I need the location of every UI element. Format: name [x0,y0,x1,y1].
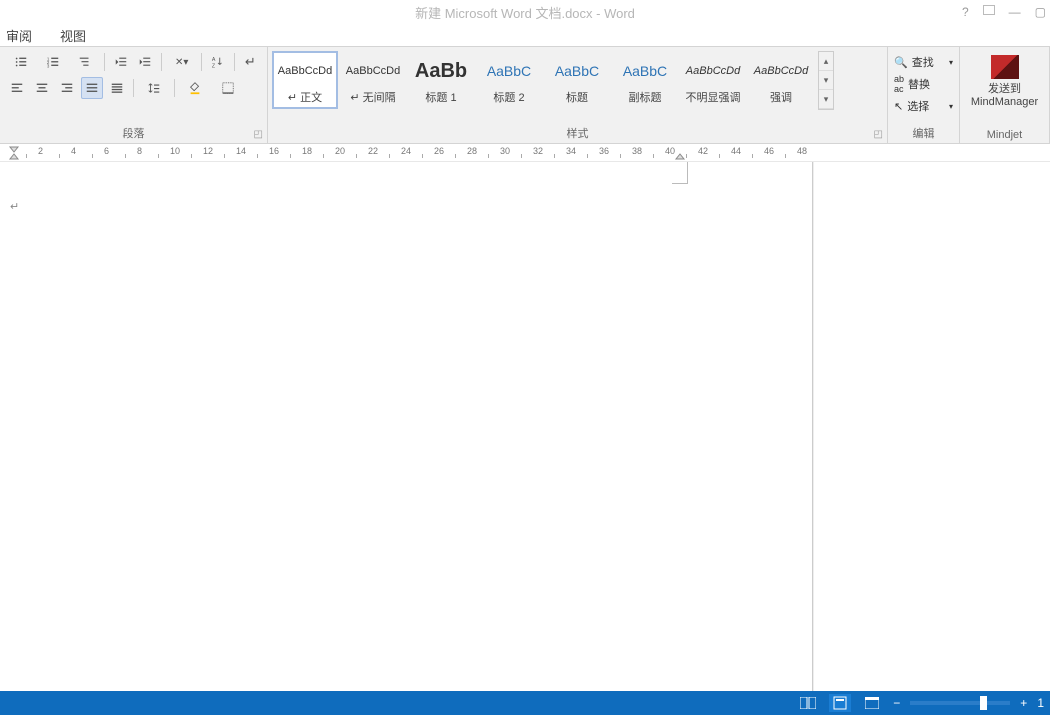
zoom-in-button[interactable]: + [1020,696,1027,710]
style-标题[interactable]: AaBbC标题 [544,51,610,109]
zoom-out-button[interactable]: − [893,696,900,710]
ruler-mark: 20 [335,146,345,156]
ruler-mark: 28 [467,146,477,156]
style-不明显强调[interactable]: AaBbCcDd不明显强调 [680,51,746,109]
paragraph-group-label: 段落 [0,125,267,141]
group-mindjet: 发送到MindManager Mindjet [960,47,1050,143]
ruler-mark: 48 [797,146,807,156]
ruler-mark: 38 [632,146,642,156]
group-edit: 🔍查找▾ abac替换 ↖选择▾ 编辑 [888,47,960,143]
first-line-indent-marker[interactable] [8,144,22,162]
print-layout-button[interactable] [829,694,851,712]
zoom-slider[interactable] [910,701,1010,705]
ribbon-display-icon[interactable] [983,5,995,15]
style-标题-1[interactable]: AaBb标题 1 [408,51,474,109]
find-button[interactable]: 🔍查找▾ [892,51,955,73]
select-button[interactable]: ↖选择▾ [892,95,955,117]
cursor-icon: ↖ [894,100,903,113]
ruler-mark: 46 [764,146,774,156]
style-↵-正文[interactable]: AaBbCcDd↵ 正文 [272,51,338,109]
ruler-mark: 30 [500,146,510,156]
mindjet-group-label: Mindjet [960,129,1049,141]
styles-launcher-icon[interactable]: ◰ [874,129,883,140]
style-标题-2[interactable]: AaBbC标题 2 [476,51,542,109]
ruler-mark: 16 [269,146,279,156]
asian-layout-button[interactable]: ✕▾ [167,51,196,73]
group-styles: AaBbCcDd↵ 正文AaBbCcDd↵ 无间隔AaBb标题 1AaBbC标题… [268,47,888,143]
ruler-mark: 6 [104,146,109,156]
sort-button[interactable]: AZ [207,51,228,73]
numbering-button[interactable]: 123 [38,51,67,73]
bullets-button[interactable] [6,51,35,73]
paragraph-mark: ↵ [10,200,19,213]
maximize-icon[interactable]: ▢ [1035,5,1046,19]
shading-button[interactable] [180,77,210,99]
style-副标题[interactable]: AaBbC副标题 [612,51,678,109]
status-bar: − + 1 [0,691,1050,715]
ruler-mark: 14 [236,146,246,156]
page-corner-mark [672,162,688,184]
ruler-mark: 22 [368,146,378,156]
mindmanager-icon[interactable] [991,55,1019,79]
style-scroll-0[interactable]: ▴ [819,52,833,71]
style-↵-无间隔[interactable]: AaBbCcDd↵ 无间隔 [340,51,406,109]
tab-review[interactable]: 审阅 [6,26,32,45]
align-left-button[interactable] [6,77,28,99]
svg-text:Z: Z [212,63,216,69]
tab-view[interactable]: 视图 [60,26,86,45]
edit-group-label: 编辑 [888,125,959,141]
zoom-level[interactable]: 1 [1037,696,1044,710]
style-强调[interactable]: AaBbCcDd强调 [748,51,814,109]
decrease-indent-button[interactable] [110,51,131,73]
styles-group-label: 样式 [268,125,887,141]
distributed-button[interactable] [106,77,128,99]
replace-button[interactable]: abac替换 [892,73,955,95]
ruler-mark: 40 [665,146,675,156]
document-area[interactable]: ↵ [0,162,1050,691]
page-right-edge [812,162,814,691]
align-justify-button[interactable] [81,77,103,99]
paragraph-launcher-icon[interactable]: ◰ [254,129,263,140]
borders-button[interactable] [213,77,243,99]
help-icon[interactable]: ? [962,5,969,19]
ruler-mark: 8 [137,146,142,156]
right-indent-marker[interactable] [674,144,688,162]
increase-indent-button[interactable] [135,51,156,73]
web-layout-button[interactable] [861,694,883,712]
svg-text:A: A [212,57,216,63]
ruler-mark: 12 [203,146,213,156]
window-title: 新建 Microsoft Word 文档.docx - Word [415,3,635,22]
replace-icon: abac [894,74,904,94]
minimize-icon[interactable]: — [1009,5,1021,19]
mindmanager-button[interactable]: 发送到MindManager [971,83,1038,109]
show-marks-button[interactable]: ↵ [240,51,261,73]
read-mode-button[interactable] [797,694,819,712]
ruler-mark: 32 [533,146,543,156]
group-paragraph: 123 ✕▾ AZ ↵ 段落 ◰ [0,47,268,143]
ruler-mark: 10 [170,146,180,156]
align-right-button[interactable] [56,77,78,99]
style-scroll-1[interactable]: ▾ [819,71,833,90]
ruler-mark: 42 [698,146,708,156]
ruler-mark: 26 [434,146,444,156]
svg-text:3: 3 [47,63,50,68]
binoculars-icon: 🔍 [894,56,908,69]
ruler-mark: 18 [302,146,312,156]
ruler-mark: 24 [401,146,411,156]
ruler-mark: 34 [566,146,576,156]
ruler-mark: 2 [38,146,43,156]
line-spacing-button[interactable] [139,77,169,99]
ruler-mark: 36 [599,146,609,156]
align-center-button[interactable] [31,77,53,99]
ruler-mark: 44 [731,146,741,156]
ruler[interactable]: 2468101214161820222426283032343638404244… [0,144,1050,162]
style-scroll-2[interactable]: ▾ [819,90,833,109]
multilevel-list-button[interactable] [70,51,99,73]
ruler-mark: 4 [71,146,76,156]
